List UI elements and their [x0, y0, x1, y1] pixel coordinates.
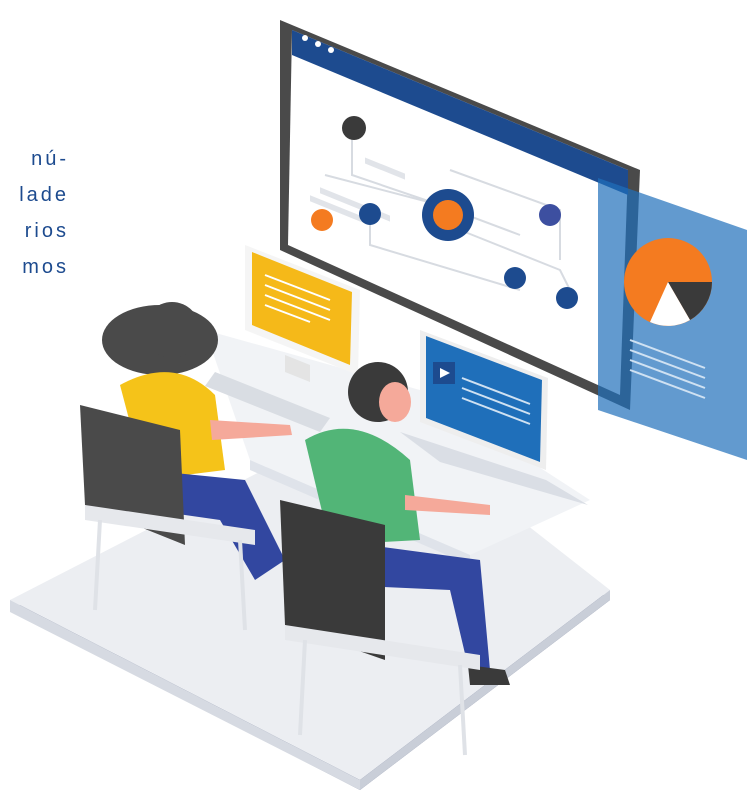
window-dot-icon: [315, 41, 321, 47]
window-dot-icon: [328, 47, 334, 53]
page: nú- lade rios mos: [0, 0, 747, 802]
office-illustration: [10, 20, 747, 790]
window-dot-icon: [302, 35, 308, 41]
chart-panel: [598, 178, 747, 460]
